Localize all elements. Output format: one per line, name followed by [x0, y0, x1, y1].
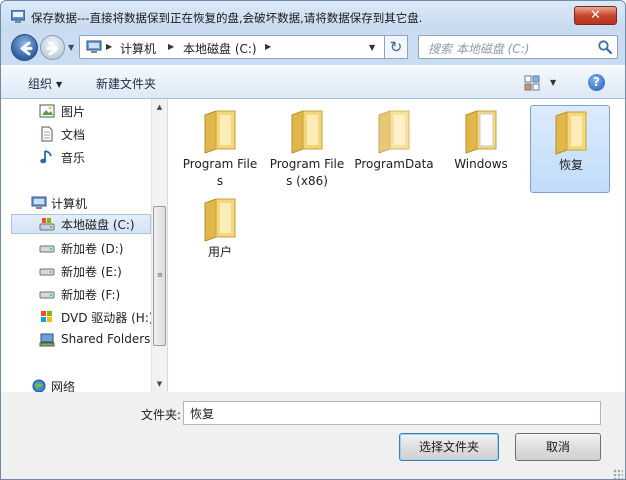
folder-label: 恢复: [558, 158, 583, 172]
folder-item[interactable]: Program Files: [180, 105, 260, 193]
navigation-pane: 图片 文档 音乐 计算机 本地磁盘 (C:) 新加卷 (D:) 新加卷 (E:)…: [1, 99, 167, 394]
organize-label: 组织: [28, 77, 53, 91]
new-folder-button[interactable]: 新建文件夹: [96, 75, 156, 92]
folder-label: 用户: [207, 245, 232, 259]
scroll-down-arrow-icon[interactable]: ▼: [152, 376, 167, 392]
nav-item-drive-d[interactable]: 新加卷 (D:): [1, 238, 151, 258]
drive-icon: [39, 291, 55, 299]
folder-icon: [204, 198, 236, 242]
folder-icon: [291, 110, 323, 154]
local-disk-icon: [39, 218, 55, 231]
folder-item[interactable]: Program Files (x86): [267, 105, 347, 193]
grip-icon: ≡: [157, 271, 163, 279]
window-title: 保存数据---直接将数据保到正在恢复的盘,会破坏数据,请将数据保存到其它盘.: [31, 11, 423, 25]
back-button[interactable]: [11, 34, 38, 61]
address-row: ▼ ▶ 计算机 ▶ 本地磁盘 (C:) ▶ ▼ ↻ 搜索 本地磁盘 (C:): [1, 31, 625, 65]
breadcrumb-computer[interactable]: 计算机: [120, 40, 156, 57]
folder-icon: [555, 111, 587, 155]
scroll-thumb[interactable]: ≡: [153, 206, 166, 346]
folder-item[interactable]: ProgramData: [354, 105, 434, 193]
help-button[interactable]: ?: [588, 74, 605, 91]
breadcrumb-separator-icon[interactable]: ▶: [106, 42, 112, 51]
nav-label: 新加卷 (D:): [61, 242, 124, 256]
nav-label: DVD 驱动器 (H:): [61, 311, 154, 325]
cancel-button[interactable]: 取消: [515, 433, 601, 461]
nav-item-drive-f[interactable]: 新加卷 (F:): [1, 284, 151, 304]
computer-icon: [86, 40, 102, 53]
nav-label: 文档: [61, 128, 86, 142]
folder-item[interactable]: 用户: [180, 193, 260, 281]
command-toolbar: 组织 ▼ 新建文件夹 ▼ ?: [1, 65, 625, 99]
folder-name-input[interactable]: 恢复: [183, 401, 601, 425]
nav-label: 本地磁盘 (C:): [61, 218, 135, 232]
breadcrumb-separator-icon[interactable]: ▶: [168, 42, 174, 51]
computer-icon: [31, 196, 47, 209]
music-icon: [40, 150, 52, 164]
address-bar[interactable]: ▶ 计算机 ▶ 本地磁盘 (C:) ▶ ▼: [79, 35, 408, 59]
folder-item-selected[interactable]: 恢复: [530, 105, 610, 193]
folder-label: Program Files: [182, 157, 258, 188]
nav-label: 新加卷 (F:): [61, 288, 121, 302]
nav-item-local-disk-c[interactable]: 本地磁盘 (C:): [11, 214, 151, 234]
folder-icon: [378, 110, 410, 154]
folder-label: ProgramData: [354, 157, 434, 171]
search-placeholder: 搜索 本地磁盘 (C:): [428, 42, 530, 56]
nav-item-documents[interactable]: 文档: [1, 124, 151, 144]
folder-icon: [204, 110, 236, 154]
search-icon[interactable]: [597, 39, 613, 55]
shared-folders-icon: [39, 333, 55, 347]
nav-scrollbar[interactable]: ▲ ≡ ▼: [151, 99, 167, 392]
folder-label: Program Files (x86): [269, 157, 345, 188]
folder-content-pane: Program Files Program Files (x86) Progra…: [168, 99, 625, 392]
scroll-up-arrow-icon[interactable]: ▲: [152, 99, 167, 115]
folder-label: Windows: [454, 157, 508, 171]
nav-item-dvd-drive-h[interactable]: DVD 驱动器 (H:): [1, 307, 154, 327]
address-history-dropdown[interactable]: ▼: [369, 43, 375, 52]
nav-item-shared-folders[interactable]: Shared Folders: [1, 330, 151, 350]
organize-menu[interactable]: 组织 ▼: [28, 75, 62, 92]
search-box[interactable]: 搜索 本地磁盘 (C:): [418, 35, 618, 59]
breadcrumb-local-disk[interactable]: 本地磁盘 (C:): [183, 40, 257, 57]
view-options-dropdown[interactable]: ▼: [550, 78, 556, 87]
nav-item-music[interactable]: 音乐: [1, 147, 151, 167]
drive-icon: [39, 245, 55, 253]
documents-icon: [41, 126, 53, 142]
forward-arrow-icon: [46, 41, 59, 56]
nav-item-drive-e[interactable]: 新加卷 (E:): [1, 261, 151, 281]
pictures-icon: [39, 104, 55, 118]
dvd-drive-icon: [41, 311, 52, 322]
forward-button[interactable]: [40, 35, 65, 60]
recent-pages-dropdown[interactable]: ▼: [68, 43, 74, 52]
nav-label: 音乐: [61, 151, 86, 165]
nav-label: 计算机: [51, 197, 88, 211]
nav-label: Shared Folders: [61, 332, 151, 346]
resize-grip-icon[interactable]: [613, 469, 623, 479]
nav-item-pictures[interactable]: 图片: [1, 101, 151, 121]
save-dialog-window: 保存数据---直接将数据保到正在恢复的盘,会破坏数据,请将数据保存到其它盘. ✕…: [0, 0, 626, 480]
change-view-icon[interactable]: [524, 75, 540, 91]
folder-icon: [465, 110, 497, 154]
chevron-down-icon: ▼: [56, 80, 63, 89]
breadcrumb-separator-icon[interactable]: ▶: [265, 42, 271, 51]
nav-label: 图片: [61, 105, 86, 119]
app-icon: [11, 10, 25, 23]
title-bar: 保存数据---直接将数据保到正在恢复的盘,会破坏数据,请将数据保存到其它盘. ✕: [1, 1, 625, 31]
refresh-button[interactable]: ↻: [384, 35, 408, 59]
folder-item[interactable]: Windows: [441, 105, 521, 193]
back-arrow-icon: [20, 41, 33, 56]
close-button[interactable]: ✕: [574, 6, 617, 25]
nav-item-computer[interactable]: 计算机: [1, 193, 151, 213]
drive-icon: [39, 268, 55, 276]
folder-field-label: 文件夹:: [141, 408, 182, 422]
select-folder-button[interactable]: 选择文件夹: [399, 433, 499, 461]
dialog-footer: 文件夹: 恢复 选择文件夹 取消: [1, 392, 625, 479]
nav-label: 新加卷 (E:): [61, 265, 122, 279]
